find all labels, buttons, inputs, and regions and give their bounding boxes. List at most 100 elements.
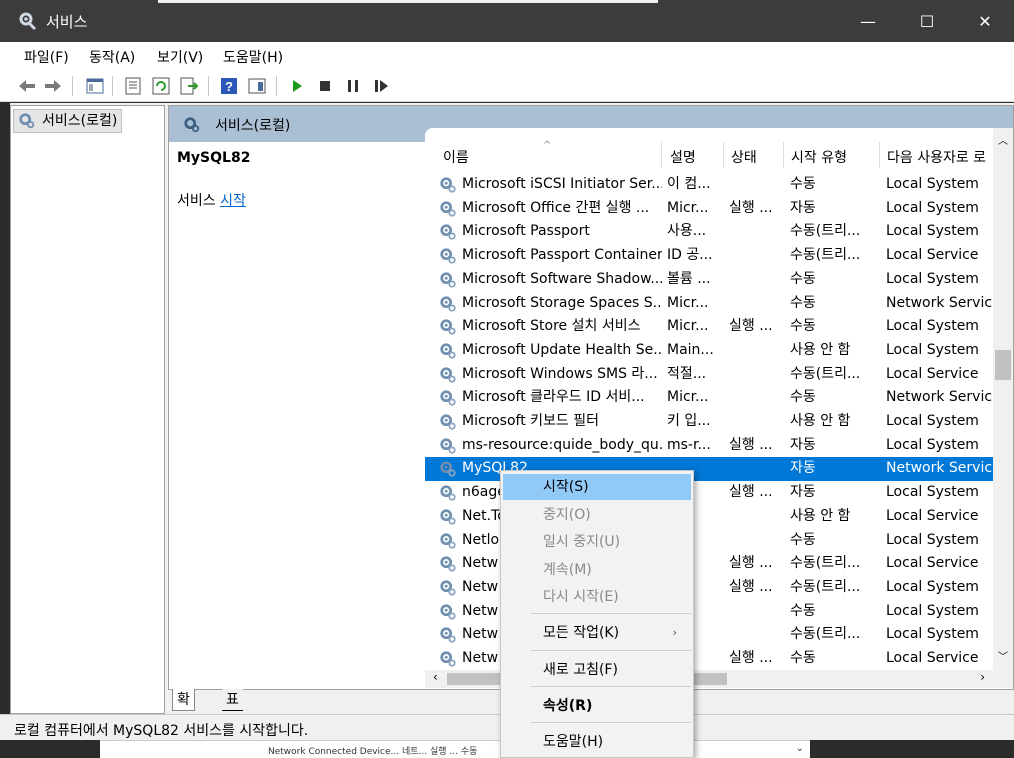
- cell-name: Microsoft Software Shadow...: [462, 270, 662, 287]
- service-gear-icon: [440, 556, 456, 572]
- properties-button[interactable]: [122, 75, 144, 97]
- cell-description: 키 입...: [667, 413, 711, 429]
- column-header-startup-type[interactable]: 시작 유형: [791, 147, 881, 167]
- close-button[interactable]: ✕: [956, 0, 1014, 42]
- context-menu-properties[interactable]: 속성(R): [503, 693, 691, 719]
- cell-startup-type: 수동(트리...: [790, 578, 861, 595]
- menu-action[interactable]: 동작(A): [89, 47, 135, 67]
- cell-startup-type: 수동: [790, 270, 816, 287]
- table-row[interactable]: Microsoft 클라우드 ID 서비... Micr... 수동 Network …: [425, 386, 993, 410]
- svg-text:?: ?: [225, 79, 233, 94]
- scroll-down-icon[interactable]: ﹀: [993, 648, 1013, 664]
- context-menu-resume[interactable]: 계속(M): [503, 557, 691, 583]
- back-arrow-icon: [19, 80, 35, 92]
- tree-item-services-local[interactable]: 서비스(로컬): [13, 109, 123, 133]
- menu-help[interactable]: 도움말(H): [223, 47, 283, 67]
- service-gear-icon: [440, 295, 456, 312]
- forward-button[interactable]: [42, 75, 64, 97]
- context-menu-separator: [531, 650, 691, 651]
- column-header-description[interactable]: 설명: [670, 147, 725, 167]
- scroll-up-icon[interactable]: ︿: [993, 132, 1013, 148]
- context-menu-refresh[interactable]: 새로 고침(F): [503, 657, 691, 683]
- service-action-line: 서비스 시작: [177, 190, 246, 210]
- cell-startup-type: 사용 안 함: [790, 413, 851, 429]
- table-row[interactable]: Microsoft Passport 사용... 수동(트리... Local Sys…: [425, 220, 993, 244]
- export-icon: [180, 77, 199, 95]
- minimize-button[interactable]: —: [839, 0, 897, 42]
- cell-startup-type: 수동: [790, 294, 816, 311]
- service-gear-icon: [440, 461, 456, 478]
- show-action-pane-button[interactable]: [246, 75, 268, 97]
- maximize-button[interactable]: ☐: [898, 0, 956, 42]
- table-row[interactable]: ms-resource:quide_body_qu... ms-r... 실행 ..…: [425, 434, 993, 458]
- table-row[interactable]: Microsoft Passport Container ID 공... 수동(트리…: [425, 244, 993, 268]
- cell-name: Microsoft 클라우드 ID 서비...: [462, 389, 645, 406]
- vertical-scrollbar[interactable]: ︿ ﹀: [993, 128, 1013, 688]
- cell-status: 실행 ...: [729, 436, 773, 453]
- service-gear-icon: [440, 580, 456, 596]
- submenu-arrow-icon: ›: [672, 626, 677, 639]
- tab-standard[interactable]: 표준: [222, 689, 243, 730]
- cell-name: Microsoft 키보드 필터: [462, 413, 600, 429]
- scroll-left-icon[interactable]: ‹: [433, 670, 438, 684]
- menu-view[interactable]: 보기(V): [157, 47, 203, 67]
- context-menu-stop[interactable]: 중지(O): [503, 502, 691, 528]
- table-row[interactable]: Microsoft 키보드 필터 키 입... 사용 안 함 Local System: [425, 410, 993, 434]
- back-button[interactable]: [16, 75, 38, 97]
- context-menu-help[interactable]: 도움말(H): [503, 729, 691, 755]
- menu-file[interactable]: 파일(F): [24, 47, 69, 67]
- column-header-log-on-as[interactable]: 다음 사용자로 로: [887, 147, 991, 167]
- show-hide-console-tree-button[interactable]: [84, 75, 106, 97]
- context-menu-start[interactable]: 시작(S): [503, 474, 691, 500]
- table-row[interactable]: Microsoft Office 간편 실행 ... Micr... 실행 ... 자…: [425, 197, 993, 221]
- service-gear-icon: [440, 414, 456, 430]
- table-row[interactable]: Microsoft Windows SMS 라... 적절... 수동(트리... L…: [425, 363, 993, 387]
- start-service-button[interactable]: [286, 75, 308, 97]
- cell-description: 이 컴...: [667, 176, 711, 192]
- cell-status: 실행 ...: [729, 199, 773, 216]
- service-gear-icon: [440, 366, 456, 383]
- play-icon: [293, 80, 302, 92]
- cell-startup-type: 자동: [790, 436, 816, 453]
- cell-log-on-as: Local Service: [886, 507, 979, 524]
- service-detail-panel: MySQL82 서비스 시작: [169, 142, 425, 689]
- cell-status: 실행 ...: [729, 578, 773, 595]
- cell-status: 실행 ...: [729, 484, 773, 501]
- cell-startup-type: 수동(트리...: [790, 365, 861, 382]
- table-row[interactable]: Microsoft iSCSI Initiator Ser... 이 컴... 수동…: [425, 173, 993, 197]
- help-button[interactable]: ?: [218, 75, 240, 97]
- service-gear-icon: [440, 177, 456, 193]
- toolbar-separator: [112, 76, 113, 96]
- console-tree-icon: [86, 78, 104, 94]
- service-gear-icon: [440, 248, 456, 264]
- cell-startup-type: 수동(트리...: [790, 223, 861, 240]
- context-menu-all-tasks[interactable]: 모든 작업(K) ›: [503, 620, 691, 646]
- service-gear-icon: [440, 319, 456, 335]
- tab-extended[interactable]: 확장: [172, 689, 195, 730]
- cell-name: Microsoft iSCSI Initiator Ser...: [462, 176, 662, 192]
- cell-log-on-as: Local System: [886, 436, 979, 453]
- table-row[interactable]: Microsoft Store 설치 서비스 Micr... 실행 ... 수동 Loc…: [425, 315, 993, 339]
- cell-startup-type: 수동: [790, 318, 816, 335]
- table-row[interactable]: Microsoft Update Health Se... Main... 사용 안…: [425, 339, 993, 363]
- start-service-link[interactable]: 시작: [220, 193, 246, 209]
- cell-startup-type: 수동: [790, 176, 816, 192]
- service-action-prefix: 서비스: [177, 193, 221, 209]
- pause-service-button[interactable]: [342, 75, 364, 97]
- vertical-scroll-thumb[interactable]: [995, 350, 1011, 380]
- restart-service-button[interactable]: [370, 75, 392, 97]
- title-bar: 서비스 — ☐ ✕: [0, 0, 1014, 42]
- cell-startup-type: 수동: [790, 531, 816, 548]
- table-row[interactable]: Microsoft Software Shadow... 볼륨 ... 수동 Loca…: [425, 268, 993, 292]
- scroll-right-icon[interactable]: ›: [980, 670, 985, 684]
- cell-description: 사용...: [667, 223, 707, 240]
- refresh-button[interactable]: [150, 75, 172, 97]
- service-gear-icon: [440, 438, 456, 454]
- table-row[interactable]: Microsoft Storage Spaces S... Micr... 수동 Ne…: [425, 292, 993, 316]
- column-header-name[interactable]: 이름: [443, 147, 643, 167]
- stop-service-button[interactable]: [314, 75, 336, 97]
- context-menu-pause[interactable]: 일시 중지(U): [503, 529, 691, 555]
- context-menu-restart[interactable]: 다시 시작(E): [503, 584, 691, 610]
- column-header-status[interactable]: 상태: [731, 147, 786, 167]
- export-list-button[interactable]: [178, 75, 200, 97]
